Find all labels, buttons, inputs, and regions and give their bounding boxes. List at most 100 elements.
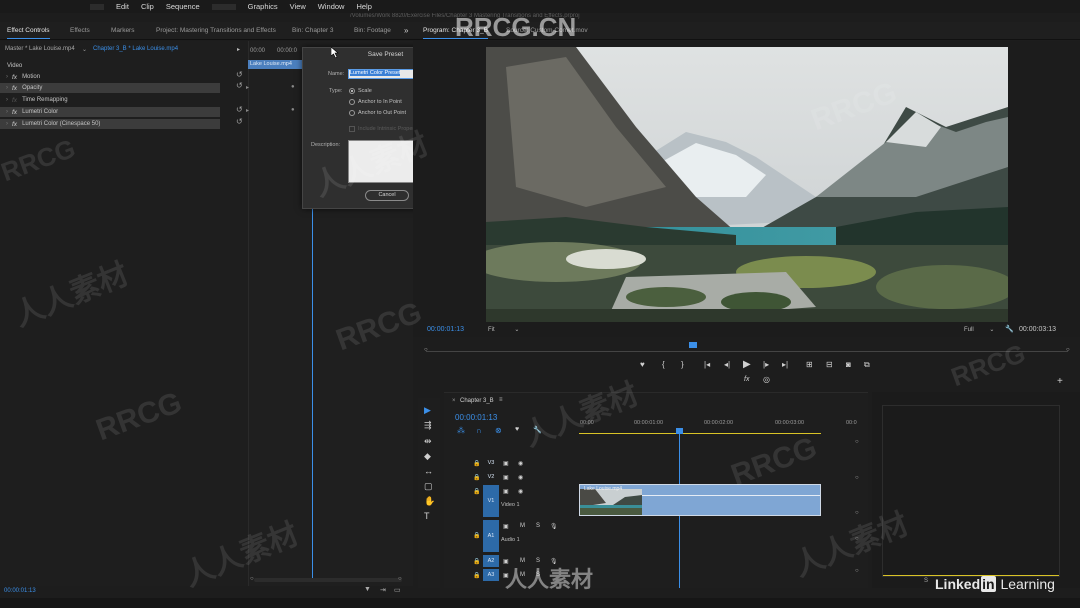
linked-selection-icon[interactable]: ⊗: [495, 426, 502, 435]
fx-icon[interactable]: fx: [12, 121, 17, 128]
effect-row-motion[interactable]: › fx Motion: [0, 72, 220, 82]
track-tag[interactable]: V2: [483, 471, 499, 483]
step-forward-icon[interactable]: |▸: [763, 360, 769, 369]
camera-icon[interactable]: ◙: [846, 360, 851, 369]
razor-tool-icon[interactable]: ◆: [424, 451, 431, 462]
keyframe-icon[interactable]: ●: [291, 107, 295, 113]
go-to-out-icon[interactable]: ▸|: [782, 360, 788, 369]
mute-button[interactable]: M: [520, 523, 525, 529]
expand-arrow-icon[interactable]: ▸: [237, 46, 240, 53]
track-tag[interactable]: A2: [483, 555, 499, 567]
intrinsic-checkbox[interactable]: [349, 126, 355, 132]
opacity-rubberband[interactable]: [642, 495, 820, 496]
reset-icon[interactable]: ↺: [236, 105, 243, 114]
tab-bin-chapter[interactable]: Bin: Chapter 3: [292, 27, 334, 34]
mark-out-icon[interactable]: }: [681, 360, 684, 369]
chevron-right-icon[interactable]: ›: [6, 85, 8, 91]
pen-tool-icon[interactable]: ▢: [424, 481, 433, 492]
wrench-icon[interactable]: 🔧: [1005, 325, 1014, 333]
add-marker-icon[interactable]: ♥: [640, 360, 645, 369]
keyframe-nav-icon[interactable]: ▸: [246, 84, 249, 91]
fx-icon[interactable]: fx: [12, 74, 17, 81]
track-header-v1[interactable]: 🔒 V1 ▣ ◉ Video 1: [470, 485, 576, 517]
cancel-button[interactable]: Cancel: [365, 190, 409, 201]
chevron-right-icon[interactable]: ›: [6, 121, 8, 127]
track-tag[interactable]: A1: [483, 520, 499, 552]
filter-icon[interactable]: ▼: [364, 586, 371, 593]
vr-icon[interactable]: ◎: [763, 375, 770, 384]
work-area-bar[interactable]: [579, 433, 821, 434]
track-header-a1[interactable]: 🔒 A1 ▣ M S 🎙 Audio 1: [470, 520, 576, 552]
tab-effects[interactable]: Effects: [70, 27, 90, 34]
scroll-handle-icon[interactable]: ○: [855, 439, 859, 445]
menu-graphics[interactable]: Graphics: [248, 2, 278, 11]
track-header-v3[interactable]: 🔒 V3 ▣ ◉: [470, 457, 576, 471]
export-icon[interactable]: ⇥: [380, 586, 386, 594]
scrub-handle-icon[interactable]: ○: [1066, 347, 1070, 353]
tab-markers[interactable]: Markers: [111, 27, 134, 34]
radio-anchor-out[interactable]: [349, 110, 355, 116]
scroll-handle-icon[interactable]: ○: [855, 568, 859, 574]
radio-scale[interactable]: [349, 88, 355, 94]
reset-icon[interactable]: ↺: [236, 117, 243, 126]
solo-button[interactable]: S: [924, 578, 928, 584]
snap-icon[interactable]: ∩: [476, 426, 482, 435]
program-playhead[interactable]: [689, 342, 697, 348]
master-clip-label[interactable]: Master * Lake Louise.mp4: [5, 46, 75, 52]
ec-clip-bar[interactable]: Lake Louise.mp4: [248, 60, 302, 69]
microphone-icon[interactable]: 🎙: [550, 523, 558, 530]
track-tag[interactable]: V1: [483, 485, 499, 517]
extract-icon[interactable]: ⊟: [826, 360, 833, 369]
scroll-handle-icon[interactable]: ○: [398, 576, 402, 582]
lock-icon[interactable]: 🔒: [473, 474, 480, 481]
program-timecode[interactable]: 00:00:01:13: [427, 326, 464, 333]
sync-lock-icon[interactable]: ▣: [503, 474, 509, 481]
chevron-right-icon[interactable]: ›: [6, 74, 8, 80]
lock-icon[interactable]: 🔒: [473, 558, 480, 565]
close-icon[interactable]: ×: [452, 398, 456, 404]
step-back-icon[interactable]: ◂|: [724, 360, 730, 369]
more-tabs-icon[interactable]: »: [404, 26, 408, 35]
chevron-right-icon[interactable]: ›: [6, 109, 8, 115]
lift-icon[interactable]: ⊞: [806, 360, 813, 369]
keyframe-nav-icon[interactable]: ▸: [246, 107, 249, 114]
effect-row-opacity[interactable]: › fx Opacity: [0, 83, 220, 93]
add-marker-icon[interactable]: ♥: [515, 426, 519, 433]
lock-icon[interactable]: 🔒: [473, 460, 480, 467]
chevron-right-icon[interactable]: ›: [6, 97, 8, 103]
nest-icon[interactable]: ⁂: [457, 426, 465, 435]
eye-icon[interactable]: ◉: [518, 488, 523, 495]
go-to-in-icon[interactable]: |◂: [704, 360, 710, 369]
tab-project[interactable]: Project: Mastering Transitions and Effec…: [156, 27, 276, 34]
menu-view[interactable]: View: [290, 2, 306, 11]
effect-row-time-remapping[interactable]: › fx Time Remapping: [0, 95, 220, 105]
reset-icon[interactable]: ↺: [236, 70, 243, 79]
sequence-tab[interactable]: Chapter 3_B: [460, 398, 494, 404]
hand-tool-icon[interactable]: ✋: [424, 496, 435, 507]
mark-in-icon[interactable]: {: [662, 360, 665, 369]
sequence-clip-label[interactable]: Chapter 3_B * Lake Louise.mp4: [93, 46, 178, 52]
scroll-handle-icon[interactable]: ○: [250, 576, 254, 582]
menu-clip[interactable]: Clip: [141, 2, 154, 11]
track-tag[interactable]: V3: [483, 457, 499, 469]
fx-icon[interactable]: fx: [12, 109, 17, 116]
track-tag[interactable]: A3: [483, 569, 499, 581]
ripple-edit-tool-icon[interactable]: ⇹: [424, 436, 432, 447]
track-header-v2[interactable]: 🔒 V2 ▣ ◉: [470, 471, 576, 485]
effect-row-lumetri-color[interactable]: › fx Lumetri Color: [0, 107, 220, 117]
radio-anchor-in[interactable]: [349, 99, 355, 105]
playback-quality-select[interactable]: Full ⌄: [964, 326, 994, 333]
sync-lock-icon[interactable]: ▣: [503, 523, 509, 530]
menu-icon[interactable]: ≡: [499, 397, 503, 403]
lock-icon[interactable]: 🔒: [473, 572, 480, 579]
reset-icon[interactable]: ↺: [236, 81, 243, 90]
lock-icon[interactable]: 🔒: [473, 532, 480, 539]
type-tool-icon[interactable]: T: [424, 511, 430, 521]
program-scrubber[interactable]: [426, 351, 1068, 352]
compare-icon[interactable]: ⧉: [864, 360, 870, 370]
scroll-handle-icon[interactable]: ○: [855, 475, 859, 481]
menu-window[interactable]: Window: [318, 2, 345, 11]
selection-tool-icon[interactable]: ▶: [424, 405, 431, 416]
track-select-tool-icon[interactable]: ⇶: [424, 420, 432, 431]
eye-icon[interactable]: ◉: [518, 474, 523, 481]
